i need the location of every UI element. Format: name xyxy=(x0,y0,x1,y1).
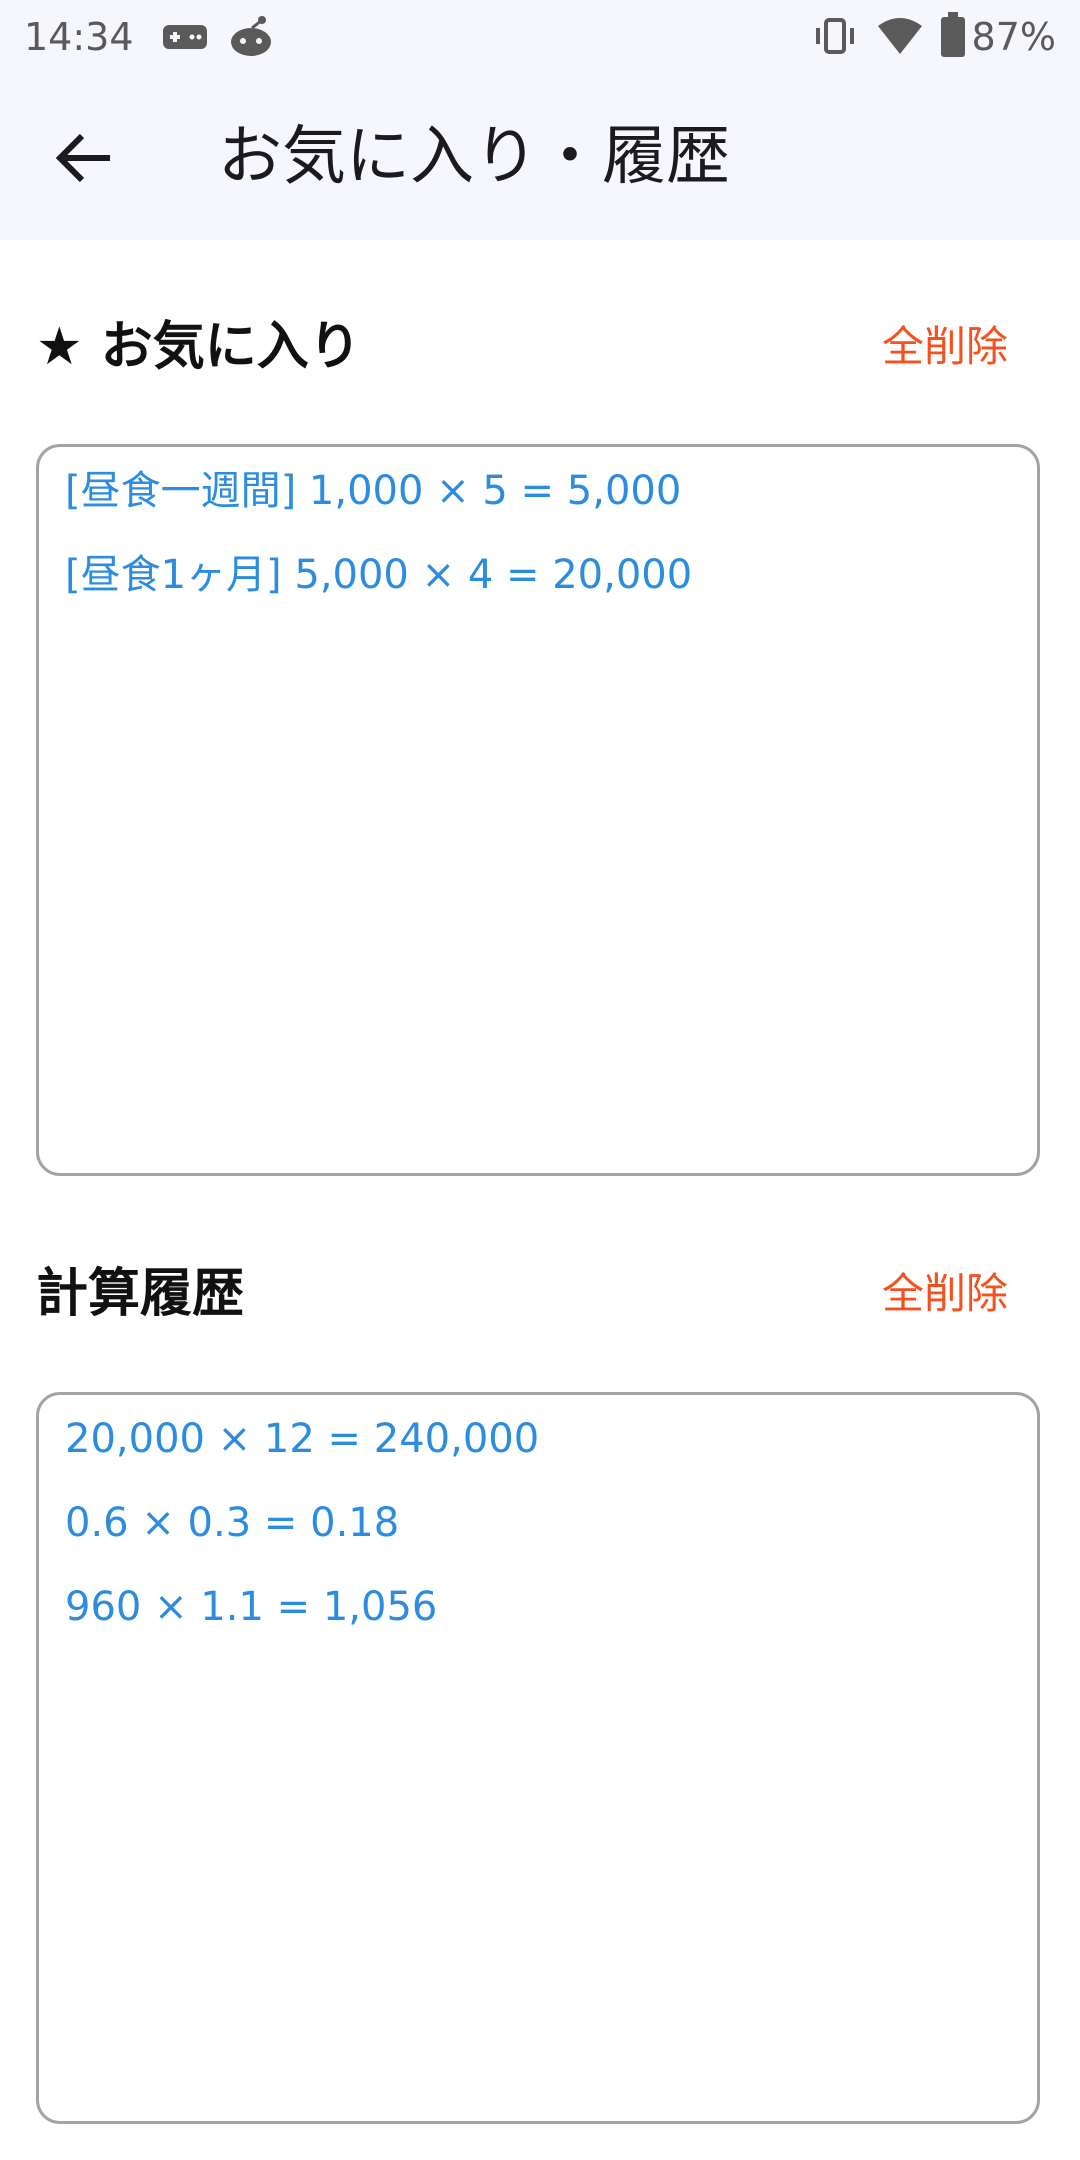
favorite-item[interactable]: [昼食1ヶ月] 5,000 × 4 = 20,000 xyxy=(65,547,692,603)
history-item[interactable]: 960 × 1.1 = 1,056 xyxy=(65,1579,437,1635)
history-item[interactable]: 20,000 × 12 = 240,000 xyxy=(65,1411,539,1467)
favorites-title: ★ お気に入り xyxy=(36,317,361,377)
gamepad-icon xyxy=(162,22,208,56)
favorite-item[interactable]: [昼食一週間] 1,000 × 5 = 5,000 xyxy=(65,463,681,519)
history-item[interactable]: 0.6 × 0.3 = 0.18 xyxy=(65,1495,399,1551)
status-bar: 14:34 87% xyxy=(0,0,1080,74)
battery-percent: 87% xyxy=(971,15,1056,59)
page-title: お気に入り・履歴 xyxy=(218,120,730,194)
reddit-icon xyxy=(228,14,274,62)
back-button[interactable] xyxy=(44,118,124,198)
history-title: 計算履歴 xyxy=(36,1264,245,1324)
battery-icon xyxy=(940,12,966,62)
favorites-list[interactable]: [昼食一週間] 1,000 × 5 = 5,000 [昼食1ヶ月] 5,000 … xyxy=(36,444,1040,1176)
favorites-header: ★ お気に入り 全削除 xyxy=(36,307,1044,387)
vibrate-icon xyxy=(812,16,858,60)
history-list[interactable]: 20,000 × 12 = 240,000 0.6 × 0.3 = 0.18 9… xyxy=(36,1392,1040,2124)
favorites-clear-all-button[interactable]: 全削除 xyxy=(882,307,1008,387)
history-header: 計算履歴 全削除 xyxy=(36,1254,1044,1334)
app-bar: お気に入り・履歴 xyxy=(0,74,1080,240)
status-time: 14:34 xyxy=(24,15,134,59)
wifi-icon xyxy=(876,16,924,60)
history-clear-all-button[interactable]: 全削除 xyxy=(882,1254,1008,1334)
arrow-back-icon xyxy=(55,133,110,183)
